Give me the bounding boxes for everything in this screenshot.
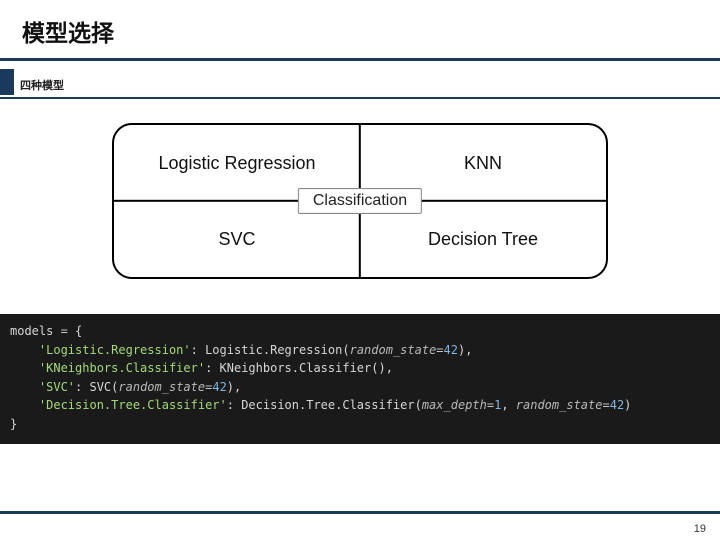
code-var: models — [10, 324, 53, 338]
subtitle: 四种模型 — [20, 77, 64, 95]
code-lines: 'Logistic.Regression': Logistic.Regressi… — [10, 343, 631, 413]
quadrant-diagram: Logistic Regression KNN SVC Decision Tre… — [112, 123, 608, 279]
slide: 模型选择 四种模型 Logistic Regression KNN SVC De… — [0, 0, 720, 540]
subtitle-divider — [0, 97, 720, 99]
page-title: 模型选择 — [0, 0, 720, 58]
subtitle-accent-bar — [0, 69, 14, 95]
code-block: models = { 'Logistic.Regression': Logist… — [0, 314, 720, 444]
page-number: 19 — [694, 523, 706, 535]
code-eq: = — [53, 324, 75, 338]
code-close: } — [10, 417, 17, 431]
diagram-center-label: Classification — [298, 188, 422, 214]
subtitle-row: 四种模型 — [0, 69, 720, 95]
title-divider — [0, 58, 720, 61]
code-open: { — [75, 324, 82, 338]
footer-divider — [0, 511, 720, 514]
